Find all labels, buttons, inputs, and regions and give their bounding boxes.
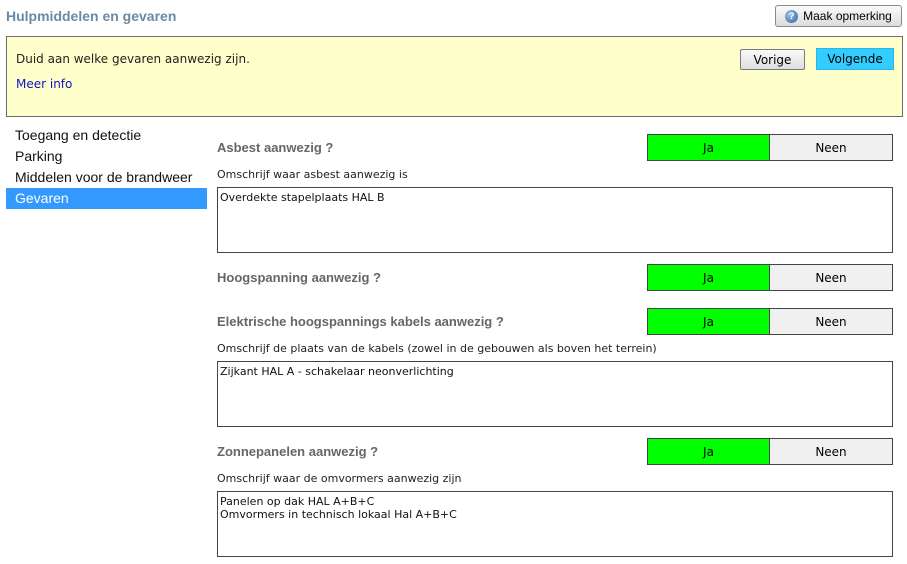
help-icon: ?: [785, 9, 799, 23]
zonnepanelen-description-textarea[interactable]: Panelen op dak HAL A+B+C Omvormers in te…: [217, 491, 893, 557]
kabels-description-textarea[interactable]: Zijkant HAL A - schakelaar neonverlichti…: [217, 361, 893, 427]
hoogspanning-yes-option[interactable]: Ja: [647, 264, 770, 291]
question-asbest-label: Asbest aanwezig ?: [217, 140, 334, 155]
instruction-text: Duid aan welke gevaren aanwezig zijn.: [16, 52, 250, 66]
sidebar-item-gevaren[interactable]: Gevaren: [6, 188, 207, 209]
info-panel: Duid aan welke gevaren aanwezig zijn. Me…: [6, 36, 903, 117]
asbest-field-label: Omschrijf waar asbest aanwezig is: [217, 168, 408, 181]
next-button[interactable]: Volgende: [816, 48, 894, 70]
asbest-description-textarea[interactable]: Overdekte stapelplaats HAL B: [217, 187, 893, 253]
zonnepanelen-no-option[interactable]: Neen: [770, 438, 893, 465]
more-info-link[interactable]: Meer info: [16, 77, 72, 91]
kabels-field-label: Omschrijf de plaats van de kabels (zowel…: [217, 342, 657, 355]
sidebar-item-middelen-brandweer[interactable]: Middelen voor de brandweer: [6, 167, 207, 188]
zonnepanelen-yes-option[interactable]: Ja: [647, 438, 770, 465]
question-kabels-label: Elektrische hoogspannings kabels aanwezi…: [217, 314, 504, 329]
zonnepanelen-field-label: Omschrijf waar de omvormers aanwezig zij…: [217, 472, 462, 485]
sidebar-item-toegang-en-detectie[interactable]: Toegang en detectie: [6, 125, 207, 146]
make-remark-button[interactable]: ? Maak opmerking: [775, 5, 902, 27]
kabels-no-option[interactable]: Neen: [770, 308, 893, 335]
kabels-yes-option[interactable]: Ja: [647, 308, 770, 335]
hoogspanning-no-option[interactable]: Neen: [770, 264, 893, 291]
hoogspanning-toggle: Ja Neen: [647, 264, 893, 291]
asbest-toggle: Ja Neen: [647, 134, 893, 161]
sidebar-nav: Toegang en detectie Parking Middelen voo…: [6, 125, 207, 209]
make-remark-label: Maak opmerking: [803, 9, 892, 23]
asbest-yes-option[interactable]: Ja: [647, 134, 770, 161]
question-hoogspanning-label: Hoogspanning aanwezig ?: [217, 270, 381, 285]
asbest-no-option[interactable]: Neen: [770, 134, 893, 161]
sidebar-item-parking[interactable]: Parking: [6, 146, 207, 167]
previous-button[interactable]: Vorige: [740, 49, 805, 70]
zonnepanelen-toggle: Ja Neen: [647, 438, 893, 465]
page-title: Hulpmiddelen en gevaren: [6, 8, 177, 24]
question-zonnepanelen-label: Zonnepanelen aanwezig ?: [217, 444, 379, 459]
kabels-toggle: Ja Neen: [647, 308, 893, 335]
